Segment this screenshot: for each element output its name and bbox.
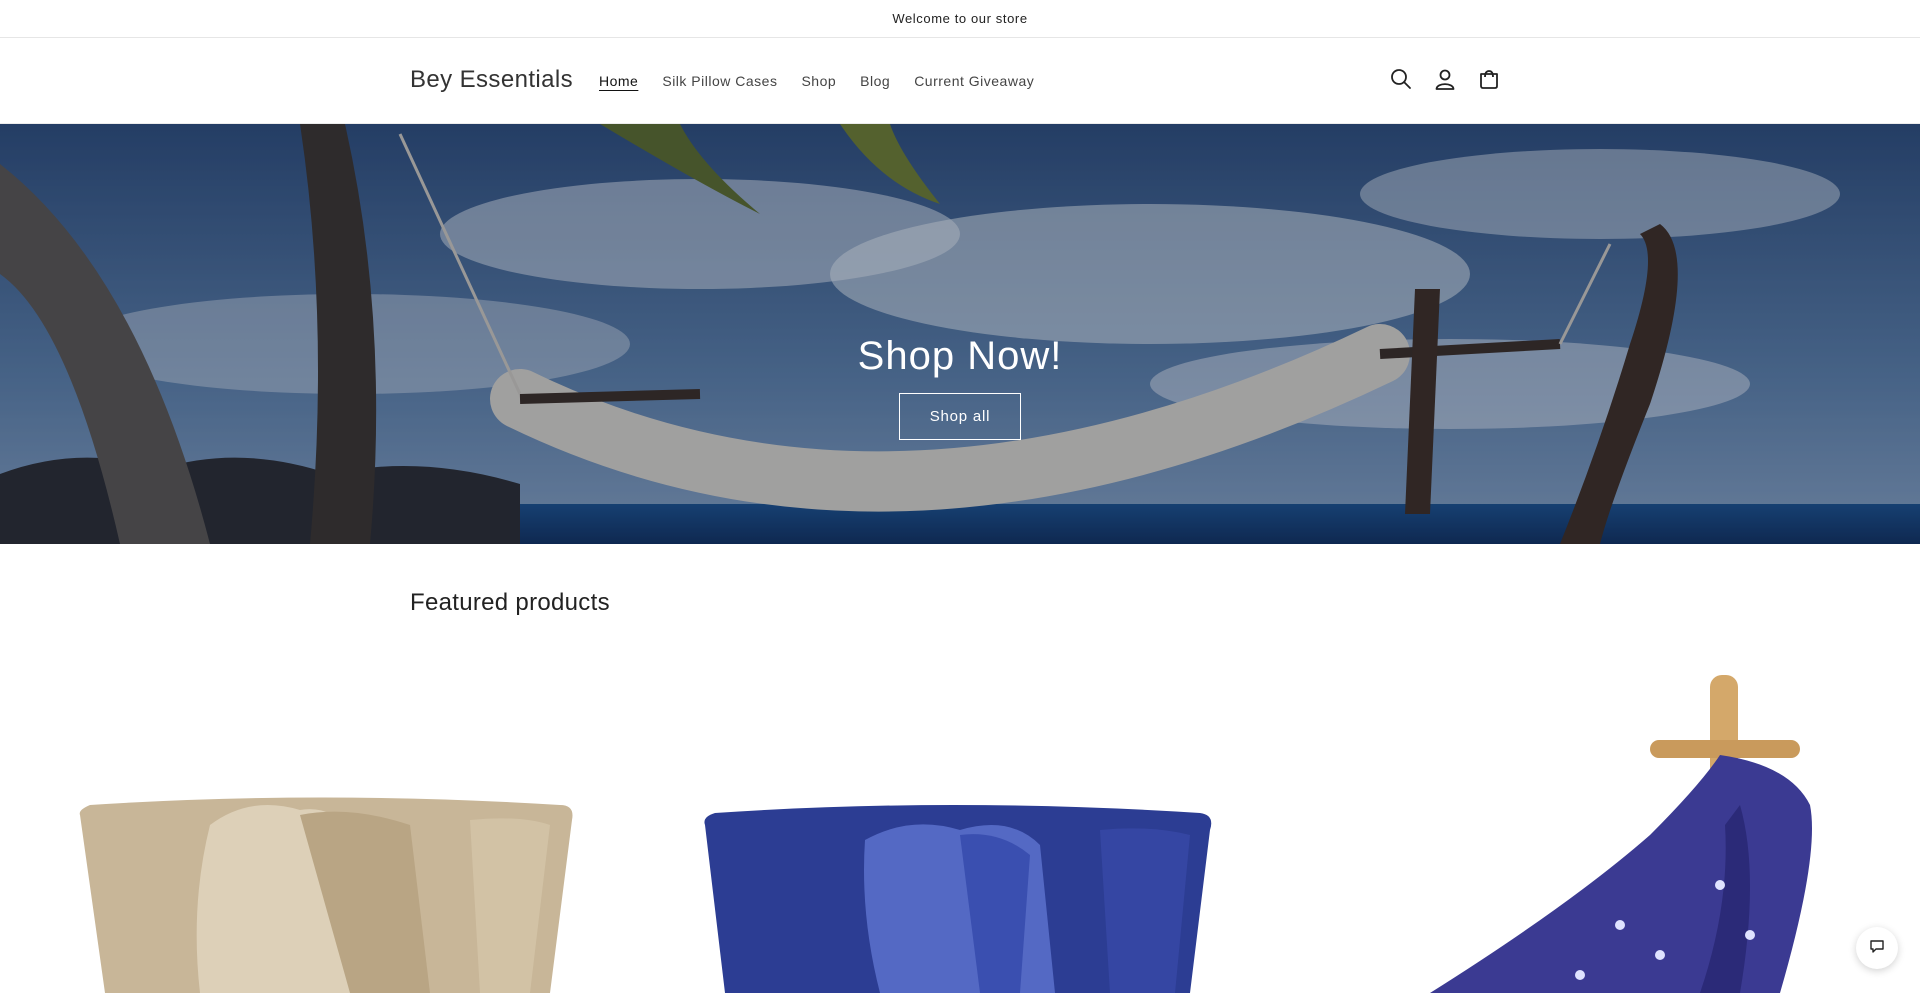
product-card[interactable] bbox=[50, 655, 610, 993]
hero-heading: Shop Now! bbox=[857, 334, 1063, 378]
main-nav: Home Silk Pillow Cases Shop Blog Current… bbox=[599, 73, 1034, 89]
product-image-champagne-pillowcase bbox=[79, 797, 573, 993]
header-icons bbox=[1388, 66, 1502, 92]
nav-item-silk-pillow-cases[interactable]: Silk Pillow Cases bbox=[662, 73, 777, 89]
chat-icon bbox=[1869, 938, 1885, 959]
account-icon[interactable] bbox=[1432, 66, 1458, 92]
product-image-navy-pillowcase bbox=[704, 805, 1212, 993]
cart-icon[interactable] bbox=[1476, 66, 1502, 92]
chat-button[interactable] bbox=[1856, 927, 1898, 969]
product-card[interactable] bbox=[1320, 655, 1880, 993]
site-header: Bey Essentials Home Silk Pillow Cases Sh… bbox=[0, 38, 1920, 124]
featured-products-title: Featured products bbox=[410, 589, 610, 616]
shop-all-button[interactable]: Shop all bbox=[899, 393, 1021, 440]
product-card[interactable] bbox=[680, 655, 1240, 993]
store-logo[interactable]: Bey Essentials bbox=[410, 66, 573, 94]
nav-item-shop[interactable]: Shop bbox=[801, 73, 836, 89]
search-icon[interactable] bbox=[1388, 66, 1414, 92]
announcement-text: Welcome to our store bbox=[892, 11, 1028, 26]
nav-item-current-giveaway[interactable]: Current Giveaway bbox=[914, 73, 1034, 89]
nav-item-blog[interactable]: Blog bbox=[860, 73, 890, 89]
hero-banner: Shop Now! Shop all bbox=[0, 124, 1920, 544]
product-image-paisley-scarf bbox=[1430, 675, 1812, 993]
announcement-bar: Welcome to our store bbox=[0, 0, 1920, 38]
nav-item-home[interactable]: Home bbox=[599, 73, 638, 89]
hero-content: Shop Now! Shop all bbox=[0, 334, 1920, 440]
